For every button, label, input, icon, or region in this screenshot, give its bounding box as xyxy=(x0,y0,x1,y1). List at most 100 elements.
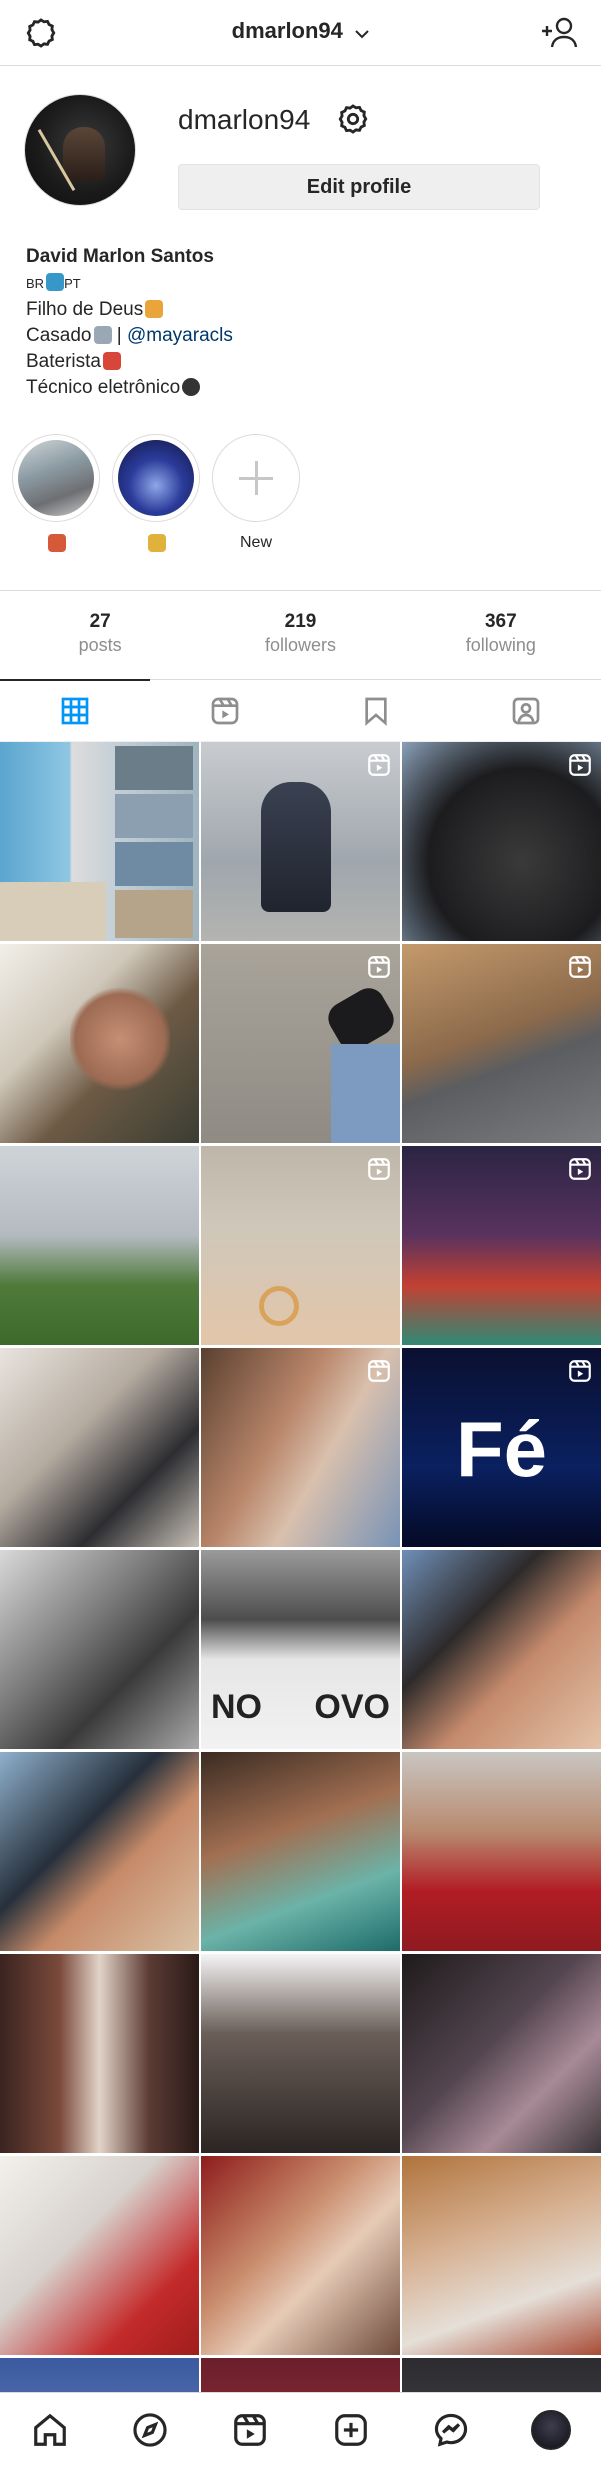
bio-text-3: Casado xyxy=(26,325,92,346)
post-tile[interactable] xyxy=(0,1348,199,1547)
edit-profile-button[interactable]: Edit profile xyxy=(178,164,540,210)
followers-label: followers xyxy=(264,635,336,655)
bio-text-4: Baterista xyxy=(26,351,101,372)
post-tile[interactable] xyxy=(0,1954,199,2153)
bio-flag-left: BR xyxy=(26,276,45,291)
highlight-cover xyxy=(118,440,194,516)
post-tile[interactable] xyxy=(402,1550,601,1749)
stat-followers[interactable]: 219 followers xyxy=(200,591,400,679)
post-tile[interactable] xyxy=(0,1752,199,1951)
post-tile[interactable] xyxy=(201,1954,400,2153)
photo-beach xyxy=(0,882,106,941)
post-tile[interactable] xyxy=(402,1146,601,1345)
stat-following[interactable]: 367 following xyxy=(401,591,601,679)
reels-badge-icon xyxy=(569,754,591,776)
reels-badge-icon xyxy=(368,754,390,776)
bio-text-2: Filho de Deus xyxy=(26,299,144,320)
messenger-icon xyxy=(434,2413,467,2447)
ring-emoji-icon xyxy=(93,326,112,344)
post-text-ovo: OVO xyxy=(314,1688,390,1726)
drum-emoji-icon xyxy=(102,352,121,370)
bio-line-5: Técnico eletrônico xyxy=(26,375,233,401)
post-tile[interactable] xyxy=(201,944,400,1143)
compass-icon xyxy=(133,2412,167,2447)
microphone-emoji-icon xyxy=(182,378,201,396)
options-gear-icon[interactable] xyxy=(336,102,370,136)
reels-badge-icon xyxy=(569,1158,591,1180)
post-tile[interactable] xyxy=(0,944,199,1143)
post-tile[interactable]: NO OVO xyxy=(201,1550,400,1749)
tab-tagged[interactable] xyxy=(451,680,601,741)
tab-saved[interactable] xyxy=(301,680,451,741)
bio-line-4: Baterista xyxy=(26,349,233,375)
reels-icon xyxy=(234,2413,267,2446)
chevron-down-icon[interactable] xyxy=(355,27,370,41)
post-tile[interactable] xyxy=(201,1752,400,1951)
profile-username: dmarlon94 xyxy=(178,104,311,135)
post-tile[interactable] xyxy=(201,2156,400,2355)
post-tile[interactable]: Fé xyxy=(402,1348,601,1547)
bio-line-flags: BR PT xyxy=(26,270,233,297)
nav-home[interactable] xyxy=(0,2393,100,2466)
tab-grid[interactable] xyxy=(0,679,151,741)
nav-explore[interactable] xyxy=(100,2393,200,2466)
bottom-navigation xyxy=(0,2392,601,2466)
photo-ring xyxy=(259,1286,299,1326)
reels-badge-icon xyxy=(368,1360,390,1382)
tagged-icon xyxy=(512,697,540,724)
post-tile[interactable] xyxy=(402,944,601,1143)
stat-posts[interactable]: 27 posts xyxy=(0,591,200,679)
post-tile[interactable] xyxy=(402,742,601,941)
photo-face xyxy=(70,984,170,1094)
following-count: 367 xyxy=(484,611,517,632)
add-person-icon[interactable] xyxy=(539,14,579,50)
photo-thumb xyxy=(115,842,193,886)
nav-profile[interactable] xyxy=(501,2393,601,2466)
plus-icon xyxy=(212,434,300,522)
account-switcher-username[interactable]: dmarlon94 xyxy=(232,18,343,43)
bio-separator: | xyxy=(111,325,127,346)
highlight-ring xyxy=(112,434,200,522)
highlight-2[interactable] xyxy=(112,434,200,556)
tab-reels[interactable] xyxy=(150,680,300,741)
bio: David Marlon Santos BR PT Filho de Deus C… xyxy=(26,244,233,401)
highlight-1[interactable] xyxy=(12,434,100,556)
post-tile[interactable] xyxy=(0,1146,199,1345)
bio-line-2: Filho de Deus xyxy=(26,297,233,323)
post-tile[interactable] xyxy=(402,2156,601,2355)
nav-messages[interactable] xyxy=(401,2393,501,2466)
bio-flag-right: PT xyxy=(64,276,81,291)
bio-text-5: Técnico eletrônico xyxy=(26,377,181,398)
post-tile[interactable] xyxy=(201,1146,400,1345)
post-tile[interactable] xyxy=(0,2156,199,2355)
avatar-figure xyxy=(63,127,105,181)
post-tile[interactable] xyxy=(402,1752,601,1951)
nav-new-post[interactable] xyxy=(301,2393,401,2466)
top-bar: dmarlon94 xyxy=(0,0,601,66)
nav-reels[interactable] xyxy=(200,2393,300,2466)
bio-line-3: Casado | @mayaracls xyxy=(26,323,233,349)
post-tile[interactable] xyxy=(0,1550,199,1749)
post-text-fe: Fé xyxy=(455,1405,548,1493)
photo-jeans xyxy=(331,1044,400,1143)
airplane-emoji-icon xyxy=(46,273,65,291)
grid-icon xyxy=(61,697,89,724)
photo-thumb xyxy=(115,794,193,838)
lion-emoji-icon xyxy=(145,300,164,318)
profile-stats: 27 posts 219 followers 367 following xyxy=(0,590,601,680)
heart-emoji-icon xyxy=(48,534,66,552)
post-tile[interactable] xyxy=(201,1348,400,1547)
mention-link[interactable]: @mayaracls xyxy=(127,325,233,346)
post-tile[interactable] xyxy=(0,742,199,941)
posts-count: 27 xyxy=(89,611,111,632)
highlight-ring xyxy=(12,434,100,522)
plus-square-icon xyxy=(334,2413,367,2446)
post-tile[interactable] xyxy=(201,742,400,941)
posts-label: posts xyxy=(78,635,122,655)
reels-badge-icon xyxy=(569,1360,591,1382)
reels-badge-icon xyxy=(368,956,390,978)
highlight-new[interactable]: New xyxy=(212,434,300,556)
profile-avatar[interactable] xyxy=(24,94,136,206)
post-tile[interactable] xyxy=(402,1954,601,2153)
profile-tabs xyxy=(0,679,601,742)
